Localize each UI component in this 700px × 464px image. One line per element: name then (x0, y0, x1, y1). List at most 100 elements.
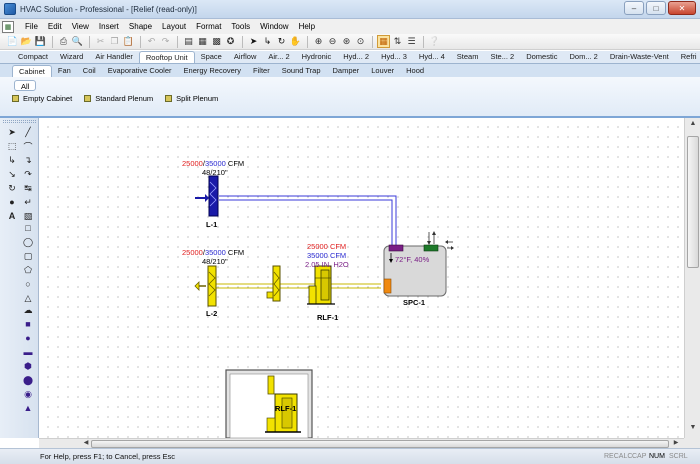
settings-icon[interactable]: ✪ (224, 35, 237, 48)
bend-tool-icon[interactable]: ↵ (22, 196, 34, 208)
toolbox-grip[interactable] (3, 120, 36, 123)
menu-shape[interactable]: Shape (124, 22, 157, 31)
tab-airflow-2[interactable]: Air... 2 (262, 51, 295, 63)
menu-format[interactable]: Format (191, 22, 226, 31)
scroll-down-icon[interactable]: ▼ (687, 424, 699, 435)
help-pointer-icon[interactable]: ❔ (428, 35, 441, 48)
triangle-tool-icon[interactable]: △ (22, 292, 34, 304)
supply-duct[interactable] (219, 195, 397, 246)
drawing-canvas[interactable]: 25000/35000 CFM 48/210" L-1 25000/35000 … (39, 118, 684, 438)
rectangle-tool-icon[interactable]: □ (22, 222, 34, 234)
tab-rooftop-unit[interactable]: Rooftop Unit (138, 51, 195, 63)
tab-airflow[interactable]: Airflow (228, 51, 263, 63)
cut-icon[interactable]: ✂ (94, 35, 107, 48)
line-tool-icon[interactable]: ╱ (22, 126, 34, 138)
node-tool-icon[interactable]: ● (6, 196, 18, 208)
hand-icon[interactable]: ✋ (289, 35, 302, 48)
rounded-rect-tool-icon[interactable]: ▢ (22, 250, 34, 262)
tab-air-handler[interactable]: Air Handler (89, 51, 139, 63)
scroll-left-icon[interactable]: ◀ (81, 439, 91, 448)
tab-domestic[interactable]: Domestic (520, 51, 563, 63)
subtab-sound-trap[interactable]: Sound Trap (276, 65, 327, 77)
duct-tool-icon[interactable]: ↴ (22, 154, 34, 166)
horizontal-scroll-thumb[interactable] (91, 440, 669, 448)
subtab-coil[interactable]: Coil (77, 65, 102, 77)
subtab-evaporative-cooler[interactable]: Evaporative Cooler (102, 65, 178, 77)
label-tool-icon[interactable]: ▧ (22, 210, 34, 222)
zoom-in-icon[interactable]: ⊕ (312, 35, 325, 48)
scroll-up-icon[interactable]: ▲ (687, 120, 699, 131)
subtab-louver[interactable]: Louver (365, 65, 400, 77)
tab-hydronic-4[interactable]: Hyd... 4 (413, 51, 451, 63)
save-icon[interactable]: 💾 (34, 35, 47, 48)
copy-icon[interactable]: ❐ (108, 35, 121, 48)
relief-duct[interactable] (215, 283, 381, 289)
subtab-cabinet[interactable]: Cabinet (12, 65, 52, 77)
menu-edit[interactable]: Edit (43, 22, 67, 31)
vertical-scroll-thumb[interactable] (687, 136, 699, 268)
document-icon[interactable]: ▦ (2, 20, 14, 33)
relief-fan[interactable] (307, 265, 335, 305)
paste-icon[interactable]: 📋 (122, 35, 135, 48)
minimize-button[interactable]: – (624, 1, 644, 15)
snap-icon[interactable]: ⇅ (391, 35, 404, 48)
new-icon[interactable]: 📄 (6, 35, 19, 48)
subtab-hood[interactable]: Hood (400, 65, 430, 77)
tab-all[interactable]: All (14, 80, 37, 91)
redo-icon[interactable]: ↷ (159, 35, 172, 48)
filled-rounded-tool-icon[interactable]: ▬ (22, 346, 34, 358)
menu-help[interactable]: Help (294, 22, 320, 31)
filled-rect-tool-icon[interactable]: ■ (22, 318, 34, 330)
shape-standard-plenum[interactable]: Standard Plenum (84, 94, 153, 103)
subtab-energy-recovery[interactable]: Energy Recovery (178, 65, 248, 77)
tab-steam-2[interactable]: Ste... 2 (484, 51, 520, 63)
filled-oval-tool-icon[interactable]: ◉ (22, 388, 34, 400)
print-preview-icon[interactable]: 🔍 (71, 35, 84, 48)
menu-insert[interactable]: Insert (94, 22, 124, 31)
tab-wizard[interactable]: Wizard (54, 51, 89, 63)
zoom-fit-icon[interactable]: ⊛ (340, 35, 353, 48)
undo-icon[interactable]: ↶ (145, 35, 158, 48)
tab-compact[interactable]: Compact (12, 51, 54, 63)
horizontal-scrollbar[interactable]: ◀ ▶ (39, 438, 684, 448)
menu-window[interactable]: Window (255, 22, 293, 31)
shape-split-plenum[interactable]: Split Plenum (165, 94, 218, 103)
menu-file[interactable]: File (20, 22, 43, 31)
filled-polygon-tool-icon[interactable]: ⬢ (22, 360, 34, 372)
menu-tools[interactable]: Tools (226, 22, 255, 31)
ellipse-tool-icon[interactable]: ◯ (22, 236, 34, 248)
arrow-tool-icon[interactable]: ↘ (6, 168, 18, 180)
tab-domestic-2[interactable]: Dom... 2 (563, 51, 603, 63)
tab-hydronic-3[interactable]: Hyd... 3 (375, 51, 413, 63)
zoom-out-icon[interactable]: ⊖ (326, 35, 339, 48)
open-icon[interactable]: 📂 (20, 35, 33, 48)
menu-view[interactable]: View (67, 22, 94, 31)
overview-thumbnail[interactable] (225, 369, 313, 438)
rotate-tool-icon[interactable]: ↻ (6, 182, 18, 194)
cloud-tool-icon[interactable]: ☁ (22, 304, 34, 316)
grid-icon[interactable]: ▦ (377, 35, 390, 48)
tab-space[interactable]: Space (195, 51, 228, 63)
print-icon[interactable]: ⎙ (57, 35, 70, 48)
menu-layout[interactable]: Layout (157, 22, 191, 31)
shape-empty-cabinet[interactable]: Empty Cabinet (12, 94, 72, 103)
filled-ellipse-tool-icon[interactable]: ● (22, 332, 34, 344)
tab-drain-waste-vent[interactable]: Drain-Waste-Vent (604, 51, 675, 63)
text-tool-icon[interactable]: A (6, 210, 18, 222)
table-icon[interactable]: ▦ (196, 35, 209, 48)
select-tool-icon[interactable]: ➤ (6, 126, 18, 138)
tab-steam[interactable]: Steam (451, 51, 485, 63)
lasso-tool-icon[interactable]: ⬚ (6, 140, 18, 152)
maximize-button[interactable]: □ (646, 1, 666, 15)
connector-tool-icon[interactable]: ↳ (6, 154, 18, 166)
app-icon[interactable] (4, 3, 16, 15)
layers-icon[interactable]: ▩ (210, 35, 223, 48)
vertical-scrollbar[interactable]: ▲ ▼ (684, 118, 700, 438)
space-spc1[interactable] (383, 244, 447, 297)
flip-tool-icon[interactable]: ↹ (22, 182, 34, 194)
subtab-filter[interactable]: Filter (247, 65, 276, 77)
polygon-tool-icon[interactable]: ⬠ (22, 264, 34, 276)
scroll-right-icon[interactable]: ▶ (671, 439, 681, 448)
circle-tool-icon[interactable]: ○ (22, 278, 34, 290)
zoom-page-icon[interactable]: ⊙ (354, 35, 367, 48)
